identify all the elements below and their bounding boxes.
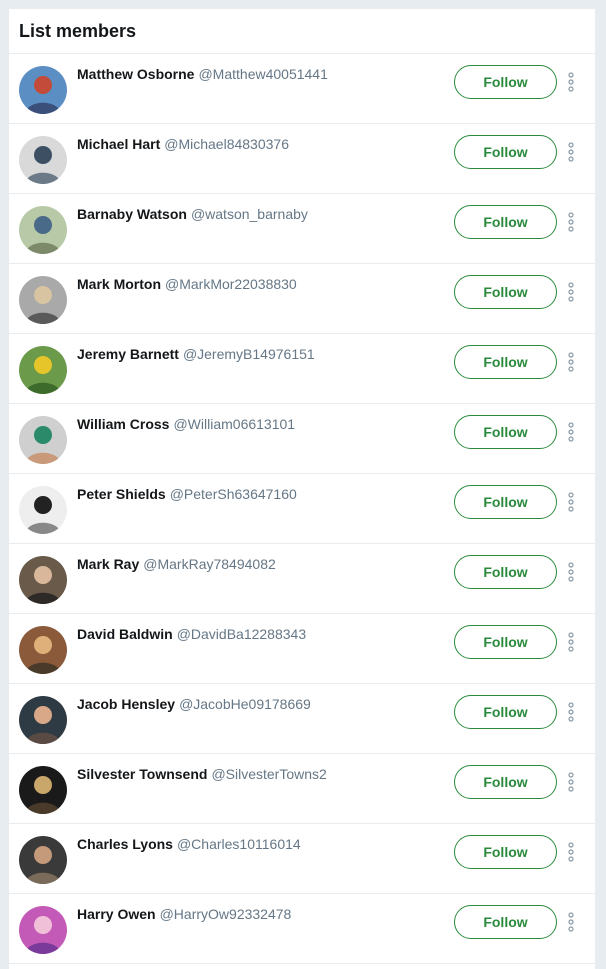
member-row[interactable]: William Cross @William06613101 Follow xyxy=(9,404,595,474)
member-name-line: Peter Shields @PeterSh63647160 xyxy=(77,486,297,502)
member-name-line: Silvester Townsend @SilvesterTowns2 xyxy=(77,766,327,782)
avatar[interactable] xyxy=(19,766,67,814)
member-display-name[interactable]: Matthew Osborne xyxy=(77,66,194,82)
vertical-ellipsis-icon[interactable] xyxy=(565,281,577,303)
member-handle[interactable]: @JacobHe09178669 xyxy=(179,696,311,712)
vertical-ellipsis-icon[interactable] xyxy=(565,141,577,163)
avatar[interactable] xyxy=(19,836,67,884)
member-handle[interactable]: @Michael84830376 xyxy=(164,136,289,152)
avatar[interactable] xyxy=(19,696,67,744)
member-display-name[interactable]: Harry Owen xyxy=(77,906,156,922)
follow-button[interactable]: Follow xyxy=(454,205,557,239)
avatar[interactable] xyxy=(19,556,67,604)
member-row[interactable]: Charles Lyons @Charles10116014 Follow xyxy=(9,824,595,894)
member-handle[interactable]: @SilvesterTowns2 xyxy=(211,766,326,782)
follow-button[interactable]: Follow xyxy=(454,415,557,449)
vertical-ellipsis-icon[interactable] xyxy=(565,771,577,793)
vertical-ellipsis-icon[interactable] xyxy=(565,351,577,373)
avatar[interactable] xyxy=(19,276,67,324)
member-handle[interactable]: @HarryOw92332478 xyxy=(160,906,292,922)
avatar[interactable] xyxy=(19,66,67,114)
panel-title: List members xyxy=(19,21,137,41)
member-handle[interactable]: @JeremyB14976151 xyxy=(183,346,315,362)
member-display-name[interactable]: Barnaby Watson xyxy=(77,206,187,222)
member-row[interactable]: Silvester Townsend @SilvesterTowns2 Follo… xyxy=(9,754,595,824)
member-name-line: Barnaby Watson @watson_barnaby xyxy=(77,206,308,222)
vertical-ellipsis-icon[interactable] xyxy=(565,631,577,653)
follow-button[interactable]: Follow xyxy=(454,765,557,799)
member-row[interactable]: Harry Owen @HarryOw92332478 Follow xyxy=(9,894,595,964)
avatar[interactable] xyxy=(19,626,67,674)
member-handle[interactable]: @MarkMor22038830 xyxy=(165,276,297,292)
member-name-line: Matthew Osborne @Matthew40051441 xyxy=(77,66,328,82)
avatar[interactable] xyxy=(19,136,67,184)
vertical-ellipsis-icon[interactable] xyxy=(565,841,577,863)
follow-button[interactable]: Follow xyxy=(454,835,557,869)
member-name-line: David Baldwin @DavidBa12288343 xyxy=(77,626,306,642)
member-display-name[interactable]: Peter Shields xyxy=(77,486,166,502)
member-name-line: Jeremy Barnett @JeremyB14976151 xyxy=(77,346,315,362)
member-display-name[interactable]: Jacob Hensley xyxy=(77,696,175,712)
member-display-name[interactable]: Silvester Townsend xyxy=(77,766,207,782)
follow-button[interactable]: Follow xyxy=(454,625,557,659)
member-name-line: Charles Lyons @Charles10116014 xyxy=(77,836,301,852)
member-handle[interactable]: @DavidBa12288343 xyxy=(177,626,306,642)
member-row[interactable]: Jeremy Barnett @JeremyB14976151 Follow xyxy=(9,334,595,404)
member-display-name[interactable]: Mark Morton xyxy=(77,276,161,292)
member-row[interactable]: Jacob Hensley @JacobHe09178669 Follow xyxy=(9,684,595,754)
avatar[interactable] xyxy=(19,346,67,394)
follow-button[interactable]: Follow xyxy=(454,485,557,519)
avatar[interactable] xyxy=(19,486,67,534)
member-row[interactable]: Peter Shields @PeterSh63647160 Follow xyxy=(9,474,595,544)
member-row[interactable]: David Baldwin @DavidBa12288343 Follow xyxy=(9,614,595,684)
panel-header: List members xyxy=(9,9,595,54)
member-handle[interactable]: @Charles10116014 xyxy=(177,836,301,852)
vertical-ellipsis-icon[interactable] xyxy=(565,421,577,443)
member-row[interactable]: Mark Morton @MarkMor22038830 Follow xyxy=(9,264,595,334)
vertical-ellipsis-icon[interactable] xyxy=(565,71,577,93)
member-name-line: Mark Morton @MarkMor22038830 xyxy=(77,276,297,292)
follow-button[interactable]: Follow xyxy=(454,275,557,309)
avatar[interactable] xyxy=(19,416,67,464)
member-row[interactable]: Michael Hart @Michael84830376 Follow xyxy=(9,124,595,194)
member-handle[interactable]: @William06613101 xyxy=(173,416,295,432)
member-handle[interactable]: @PeterSh63647160 xyxy=(170,486,297,502)
vertical-ellipsis-icon[interactable] xyxy=(565,911,577,933)
member-display-name[interactable]: Jeremy Barnett xyxy=(77,346,179,362)
follow-button[interactable]: Follow xyxy=(454,905,557,939)
follow-button[interactable]: Follow xyxy=(454,555,557,589)
member-list: Matthew Osborne @Matthew40051441 Follow M… xyxy=(9,54,595,964)
member-row[interactable]: Matthew Osborne @Matthew40051441 Follow xyxy=(9,54,595,124)
member-display-name[interactable]: David Baldwin xyxy=(77,626,173,642)
member-handle[interactable]: @MarkRay78494082 xyxy=(143,556,276,572)
vertical-ellipsis-icon[interactable] xyxy=(565,491,577,513)
member-display-name[interactable]: Charles Lyons xyxy=(77,836,173,852)
member-display-name[interactable]: William Cross xyxy=(77,416,169,432)
vertical-ellipsis-icon[interactable] xyxy=(565,211,577,233)
avatar[interactable] xyxy=(19,206,67,254)
member-name-line: Harry Owen @HarryOw92332478 xyxy=(77,906,291,922)
list-members-panel: List members Matthew Osborne @Matthew4005… xyxy=(9,9,595,969)
member-name-line: Jacob Hensley @JacobHe09178669 xyxy=(77,696,311,712)
member-name-line: Mark Ray @MarkRay78494082 xyxy=(77,556,276,572)
member-handle[interactable]: @Matthew40051441 xyxy=(198,66,327,82)
follow-button[interactable]: Follow xyxy=(454,345,557,379)
member-name-line: William Cross @William06613101 xyxy=(77,416,295,432)
member-row[interactable]: Barnaby Watson @watson_barnaby Follow xyxy=(9,194,595,264)
follow-button[interactable]: Follow xyxy=(454,65,557,99)
member-handle[interactable]: @watson_barnaby xyxy=(191,206,308,222)
follow-button[interactable]: Follow xyxy=(454,695,557,729)
follow-button[interactable]: Follow xyxy=(454,135,557,169)
vertical-ellipsis-icon[interactable] xyxy=(565,701,577,723)
vertical-ellipsis-icon[interactable] xyxy=(565,561,577,583)
member-name-line: Michael Hart @Michael84830376 xyxy=(77,136,289,152)
member-display-name[interactable]: Michael Hart xyxy=(77,136,160,152)
member-row[interactable]: Mark Ray @MarkRay78494082 Follow xyxy=(9,544,595,614)
member-display-name[interactable]: Mark Ray xyxy=(77,556,139,572)
avatar[interactable] xyxy=(19,906,67,954)
